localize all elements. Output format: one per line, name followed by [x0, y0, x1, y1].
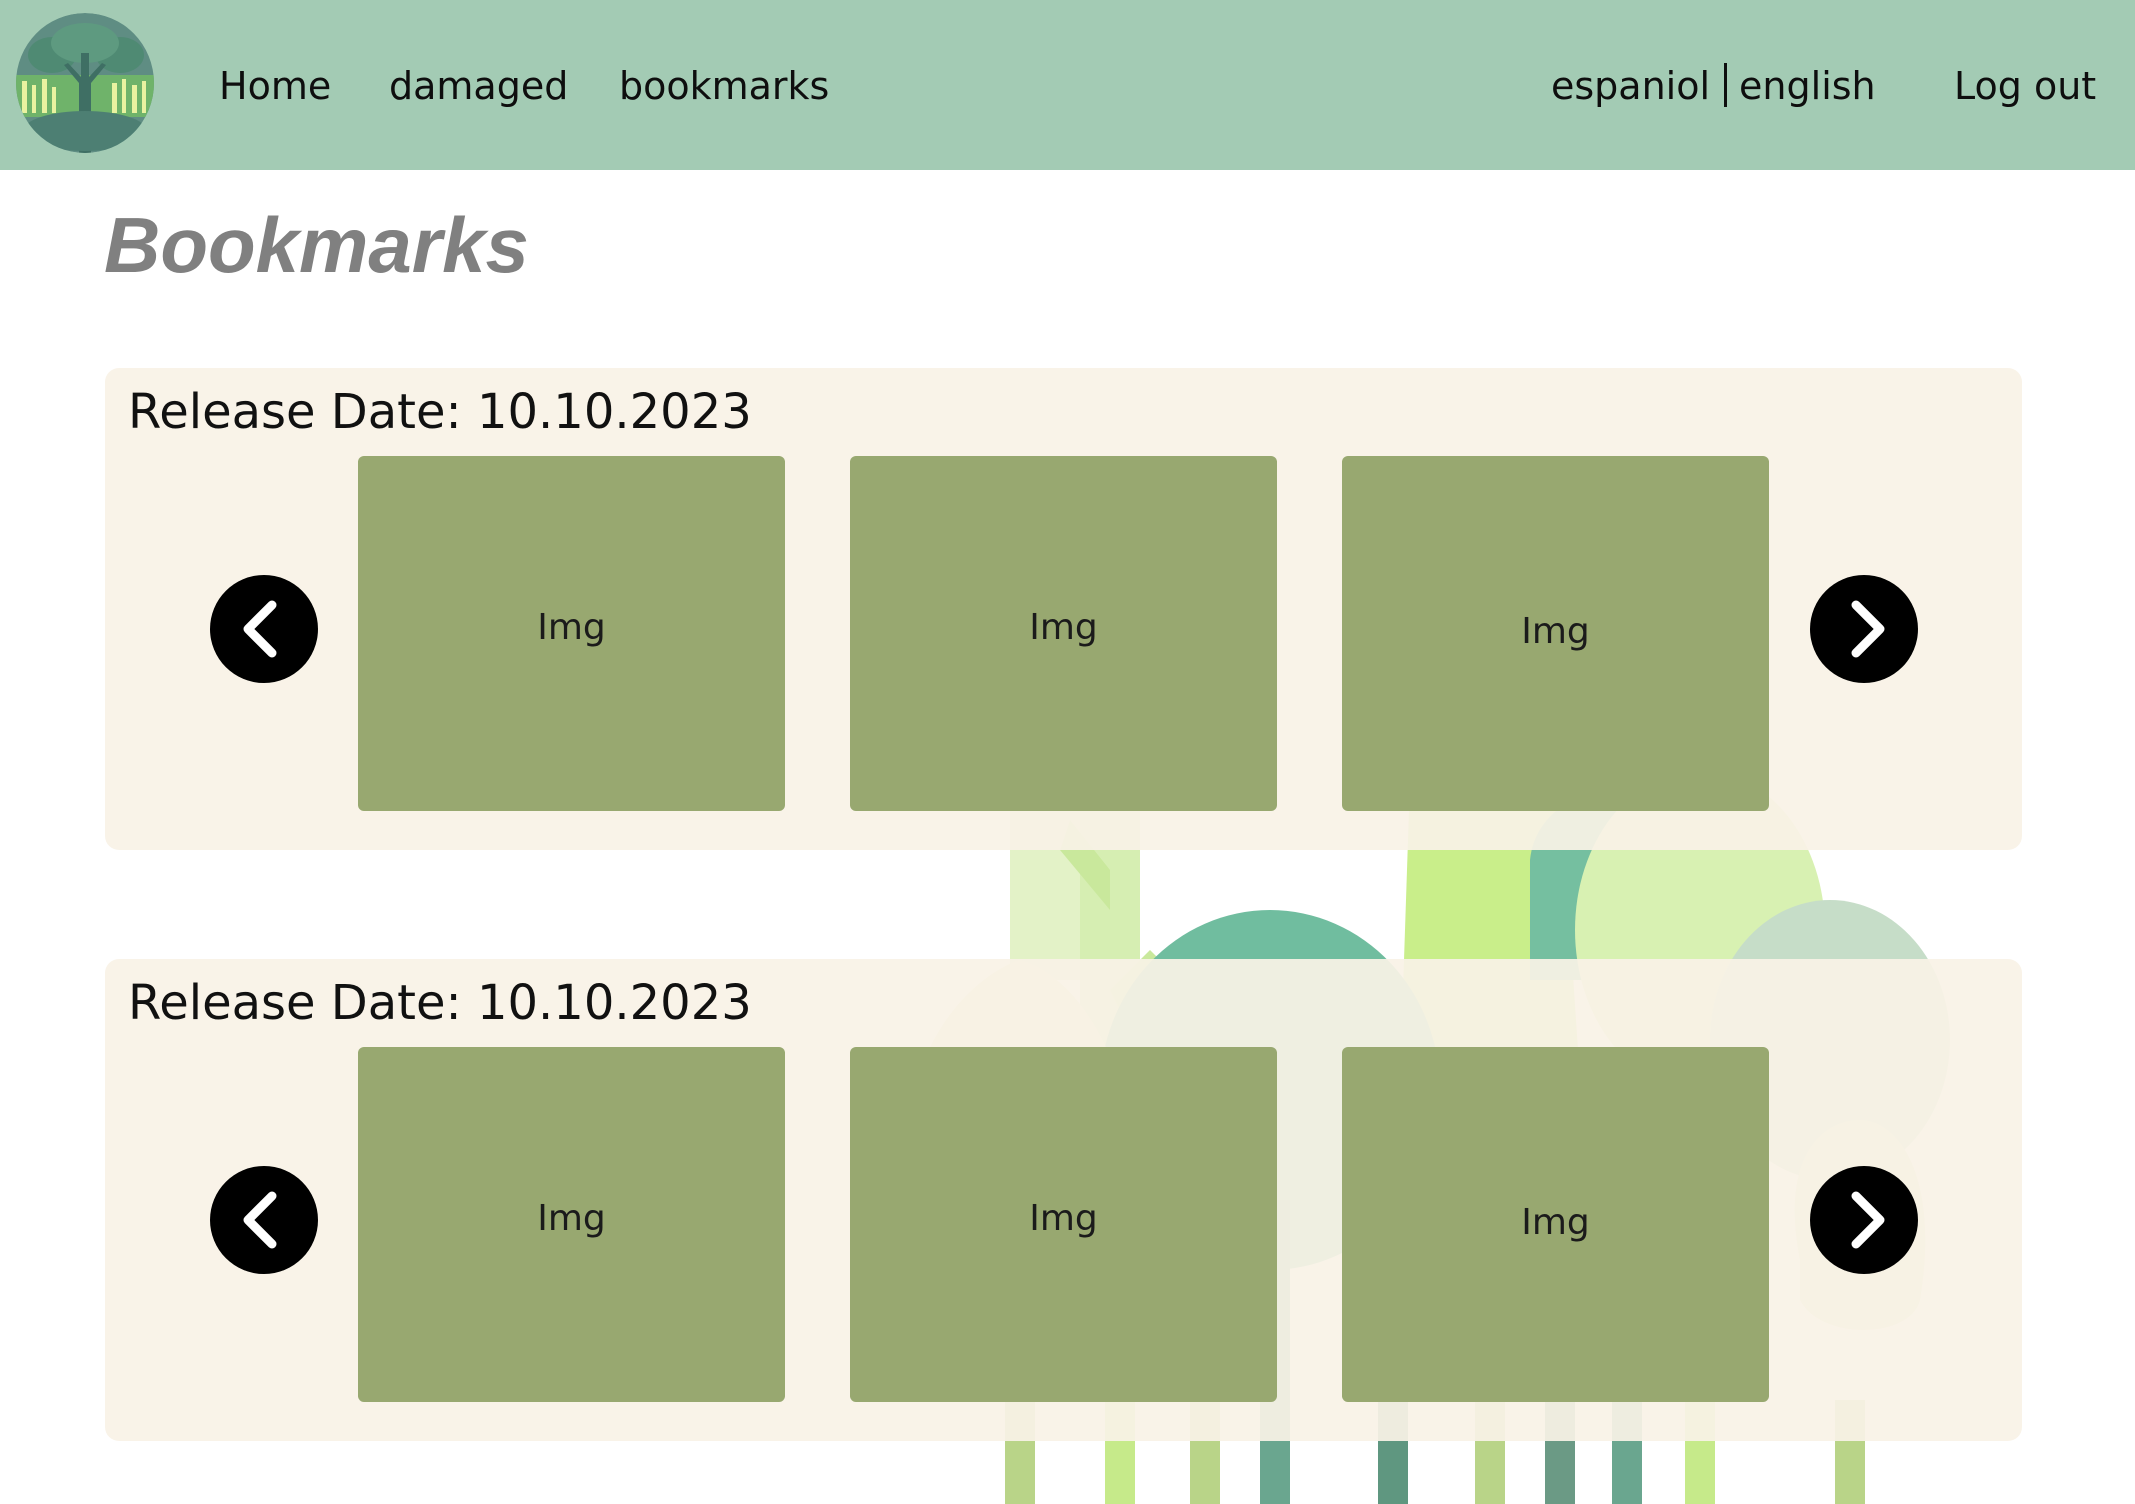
language-switcher: espaniol english	[1551, 58, 1876, 114]
chevron-right-icon	[1851, 1191, 1885, 1249]
language-separator	[1724, 62, 1728, 107]
carousel-prev-button[interactable]	[210, 1166, 318, 1274]
release-date-label: Release Date: 10.10.2023	[128, 384, 752, 440]
carousel-next-button[interactable]	[1810, 575, 1918, 683]
bookmark-image-card[interactable]: Img	[1342, 1047, 1769, 1402]
logout-link[interactable]: Log out	[1954, 58, 2096, 114]
image-placeholder-label: Img	[537, 607, 606, 648]
nav-damaged-link[interactable]: damaged	[389, 58, 568, 114]
image-placeholder-label: Img	[1521, 1202, 1590, 1243]
image-placeholder-label: Img	[1029, 607, 1098, 648]
bookmark-image-card[interactable]: Img	[1342, 456, 1769, 811]
carousel-prev-button[interactable]	[210, 575, 318, 683]
carousel-next-button[interactable]	[1810, 1166, 1918, 1274]
language-option-espaniol[interactable]: espaniol	[1551, 64, 1710, 108]
language-option-english[interactable]: english	[1739, 64, 1876, 108]
release-date-label: Release Date: 10.10.2023	[128, 975, 752, 1031]
nav-bookmarks-link[interactable]: bookmarks	[619, 58, 829, 114]
bookmark-image-card[interactable]: Img	[850, 456, 1277, 811]
top-navigation-bar: Home damaged bookmarks espaniol english L…	[0, 0, 2135, 170]
chevron-left-icon	[243, 600, 277, 658]
forest-tree-logo-icon[interactable]	[16, 13, 154, 153]
image-placeholder-label: Img	[1521, 611, 1590, 652]
image-placeholder-label: Img	[537, 1198, 606, 1239]
image-placeholder-label: Img	[1029, 1198, 1098, 1239]
bookmark-release-group: Release Date: 10.10.2023 Img Img Img	[105, 368, 2022, 850]
bookmark-image-card[interactable]: Img	[358, 456, 785, 811]
bookmark-release-group: Release Date: 10.10.2023 Img Img Img	[105, 959, 2022, 1441]
chevron-left-icon	[243, 1191, 277, 1249]
page-title: Bookmarks	[104, 201, 529, 289]
chevron-right-icon	[1851, 600, 1885, 658]
nav-home-link[interactable]: Home	[219, 58, 331, 114]
bookmark-image-card[interactable]: Img	[850, 1047, 1277, 1402]
bookmark-image-card[interactable]: Img	[358, 1047, 785, 1402]
